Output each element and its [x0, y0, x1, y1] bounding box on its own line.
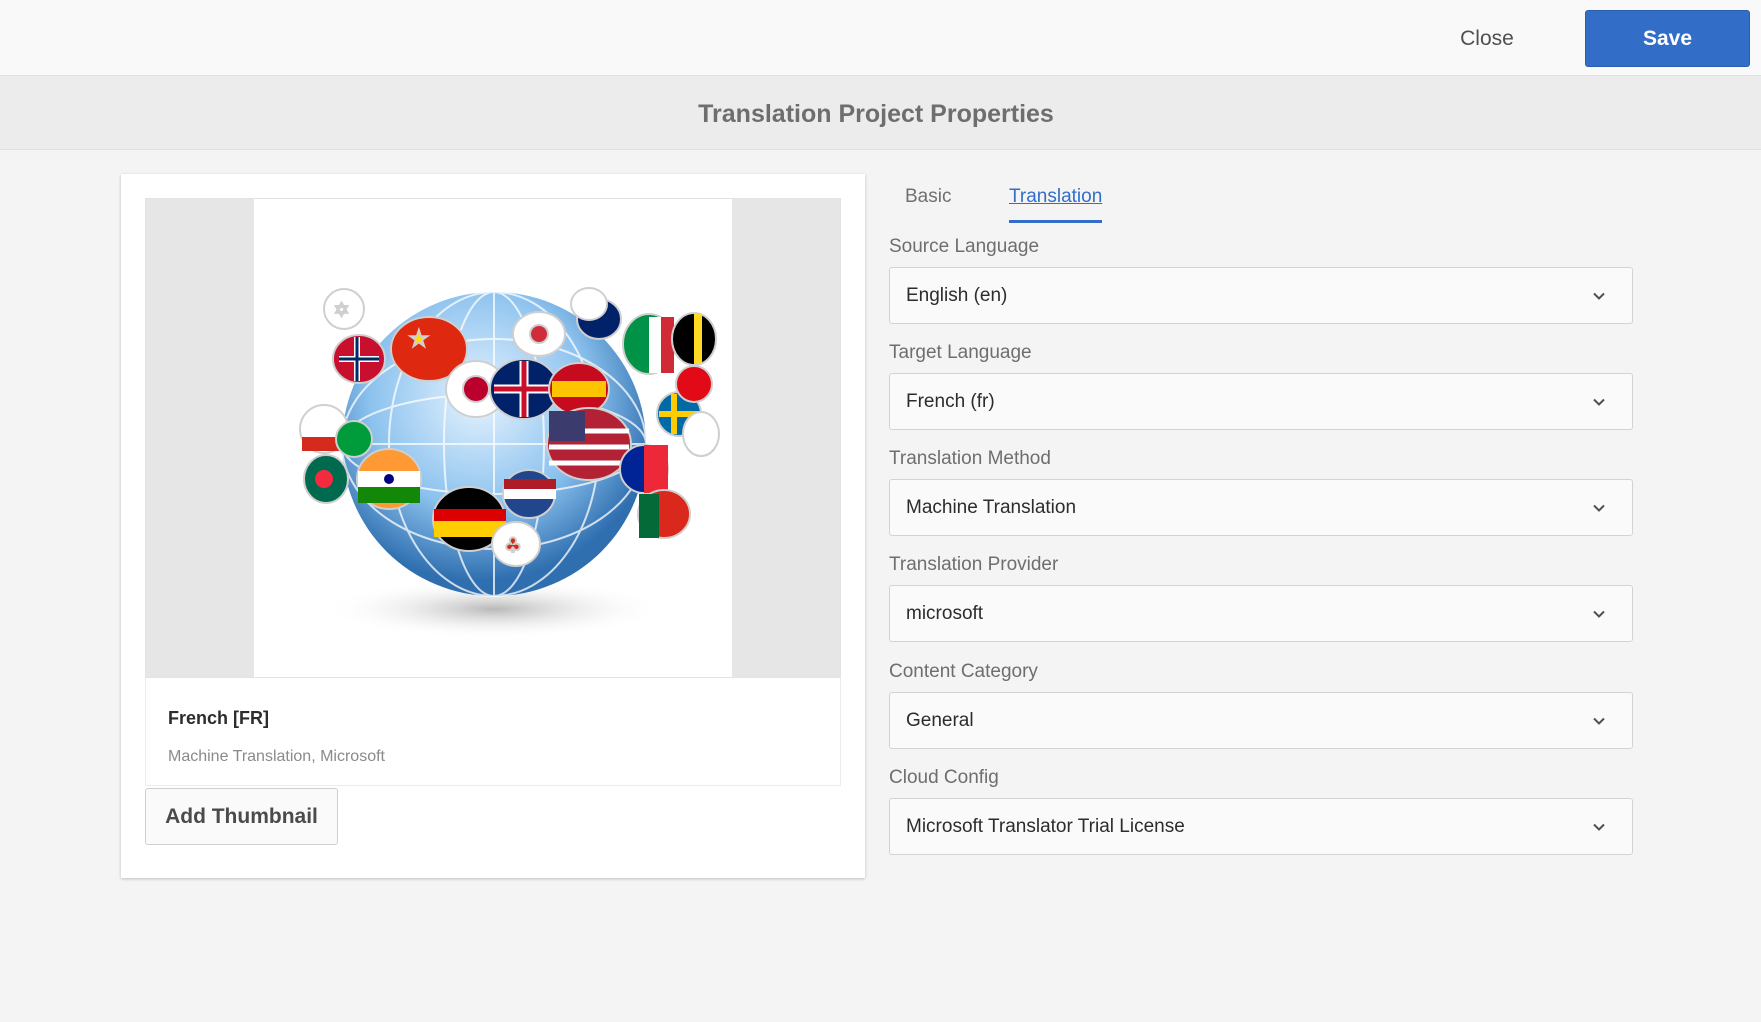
source-language-select[interactable]: English (en)	[889, 267, 1633, 324]
chevron-down-icon	[1593, 398, 1605, 406]
project-thumbnail: ★ ♣ ✡	[254, 199, 732, 677]
svg-text:✡: ✡	[334, 300, 349, 321]
title-bar: Translation Project Properties	[0, 76, 1761, 150]
translation-provider-select[interactable]: microsoft	[889, 585, 1633, 642]
chevron-down-icon	[1593, 504, 1605, 512]
translation-method-label: Translation Method	[889, 448, 1051, 469]
translation-provider-value: microsoft	[906, 603, 984, 624]
cloud-config-value: Microsoft Translator Trial License	[906, 816, 1185, 837]
save-button[interactable]: Save	[1585, 10, 1750, 67]
translation-provider-label: Translation Provider	[889, 554, 1059, 575]
tab-basic[interactable]: Basic	[905, 186, 951, 220]
chevron-down-icon	[1593, 292, 1605, 300]
content-category-value: General	[906, 710, 974, 731]
target-language-label: Target Language	[889, 342, 1032, 363]
target-language-value: French (fr)	[906, 391, 995, 412]
top-action-bar: Close Save	[0, 0, 1761, 76]
chevron-down-icon	[1593, 823, 1605, 831]
card-meta: French [FR] Machine Translation, Microso…	[145, 678, 841, 786]
source-language-label: Source Language	[889, 236, 1040, 257]
svg-text:★: ★	[409, 327, 429, 352]
svg-text:♣: ♣	[504, 533, 522, 557]
project-card: ★ ♣ ✡ French [FR] Machine Translation, M…	[121, 174, 865, 878]
globe-flags-image: ★ ♣ ✡	[299, 287, 720, 639]
card-title: French [FR]	[168, 708, 269, 728]
chevron-down-icon	[1593, 610, 1605, 618]
content-category-label: Content Category	[889, 661, 1038, 682]
close-button[interactable]: Close	[1440, 16, 1534, 62]
chevron-down-icon	[1593, 717, 1605, 725]
source-language-value: English (en)	[906, 285, 1008, 306]
cloud-config-label: Cloud Config	[889, 767, 999, 788]
thumbnail-frame: ★ ♣ ✡	[145, 198, 841, 678]
translation-method-select[interactable]: Machine Translation	[889, 479, 1633, 536]
cloud-config-select[interactable]: Microsoft Translator Trial License	[889, 798, 1633, 855]
page-title: Translation Project Properties	[698, 100, 1054, 128]
add-thumbnail-button[interactable]: Add Thumbnail	[145, 788, 338, 845]
translation-method-value: Machine Translation	[906, 497, 1077, 518]
content-category-select[interactable]: General	[889, 692, 1633, 749]
target-language-select[interactable]: French (fr)	[889, 373, 1633, 430]
card-subtitle: Machine Translation, Microsoft	[168, 748, 385, 765]
tab-translation[interactable]: Translation	[1009, 186, 1103, 223]
